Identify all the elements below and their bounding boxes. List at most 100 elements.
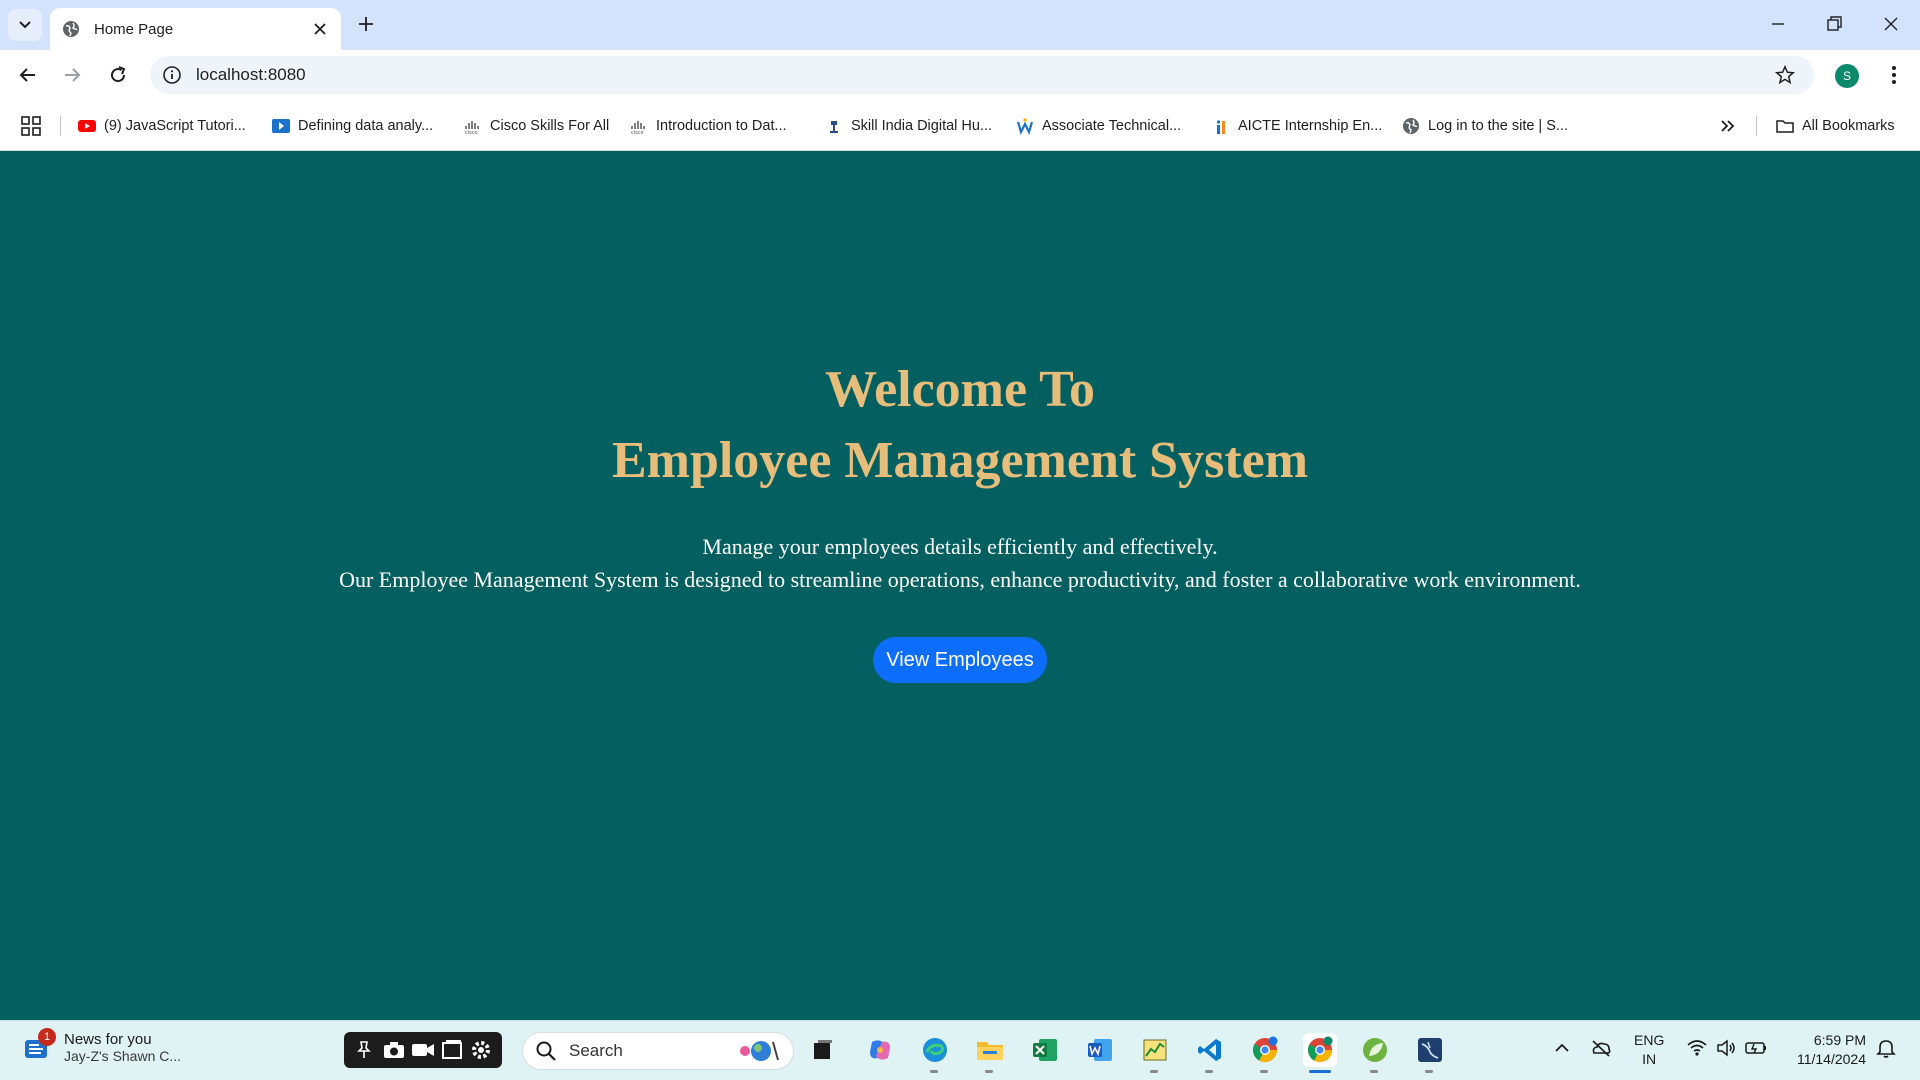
tab-home-page[interactable]: Home Page bbox=[50, 8, 341, 50]
taskbar-app-excel[interactable] bbox=[1028, 1033, 1062, 1067]
taskbar-app-task-view[interactable] bbox=[806, 1033, 840, 1067]
bookmark-javascript-tutorial[interactable]: (9) JavaScript Tutori... bbox=[78, 114, 246, 138]
system-heading: Employee Management System bbox=[611, 432, 1309, 489]
database-workbench-icon bbox=[1418, 1038, 1442, 1062]
language-code: ENG bbox=[1634, 1032, 1665, 1048]
running-indicator bbox=[930, 1070, 938, 1073]
onedrive-off-icon[interactable] bbox=[1590, 1037, 1612, 1059]
taskbar-app-edge[interactable] bbox=[918, 1033, 952, 1073]
reload-icon[interactable] bbox=[106, 63, 130, 87]
running-indicator bbox=[1370, 1070, 1378, 1073]
gear-icon[interactable] bbox=[468, 1037, 494, 1063]
tab-title: Home Page bbox=[94, 20, 174, 38]
bookmarks-bar: (9) JavaScript Tutori... Defining data a… bbox=[0, 100, 1920, 151]
menu-kebab-icon[interactable] bbox=[1882, 63, 1906, 87]
bookmark-defining-data[interactable]: Defining data analy... bbox=[272, 114, 433, 138]
bookmark-label: (9) JavaScript Tutori... bbox=[104, 118, 246, 134]
restore-icon[interactable] bbox=[1822, 12, 1846, 36]
excel-icon bbox=[1033, 1039, 1057, 1061]
minimize-icon[interactable] bbox=[1766, 12, 1790, 36]
bookmark-label: AICTE Internship En... bbox=[1238, 118, 1383, 134]
intro-text: Manage your employees details efficientl… bbox=[702, 534, 1218, 559]
camera-icon[interactable] bbox=[381, 1037, 407, 1063]
taskbar-search[interactable]: Search bbox=[522, 1032, 794, 1070]
address-bar[interactable]: localhost:8080 bbox=[150, 56, 1814, 94]
taskbar-app-chrome-profile-s[interactable] bbox=[1303, 1033, 1337, 1073]
system-clock[interactable]: 6:59 PM 11/14/2024 bbox=[1786, 1031, 1866, 1069]
chevron-down-icon bbox=[19, 21, 31, 29]
taskbar-app-copilot[interactable] bbox=[863, 1033, 897, 1067]
cisco-icon: cisco bbox=[631, 121, 645, 135]
taskbar-app-mysql-workbench[interactable] bbox=[1413, 1033, 1447, 1073]
taskbar-app-word[interactable] bbox=[1083, 1033, 1117, 1067]
profile-avatar[interactable]: S bbox=[1835, 64, 1859, 88]
running-indicator bbox=[985, 1070, 993, 1073]
battery-icon[interactable] bbox=[1745, 1037, 1767, 1059]
video-camera-icon[interactable] bbox=[410, 1037, 436, 1063]
browser-toolbar: localhost:8080 S bbox=[0, 50, 1920, 100]
close-tab-icon[interactable] bbox=[311, 20, 329, 38]
bookmark-aicte-internship[interactable]: AICTE Internship En... bbox=[1212, 114, 1382, 138]
taskbar-app-spring-tools[interactable] bbox=[1358, 1033, 1392, 1073]
divider bbox=[60, 116, 61, 136]
description-text: Our Employee Management System is design… bbox=[339, 567, 1581, 592]
svg-text:cisco: cisco bbox=[631, 130, 644, 135]
bookmark-label: Cisco Skills For All bbox=[490, 118, 610, 134]
all-bookmarks-label: All Bookmarks bbox=[1802, 118, 1895, 134]
notification-bell-icon[interactable] bbox=[1875, 1037, 1897, 1059]
running-indicator bbox=[1150, 1070, 1158, 1073]
task-view-icon bbox=[814, 1040, 832, 1059]
notification-badge: 1 bbox=[38, 1027, 56, 1046]
chevron-double-right-icon[interactable] bbox=[1716, 114, 1740, 138]
taskbar-app-vscode[interactable] bbox=[1193, 1033, 1227, 1073]
taskbar-app-file-explorer[interactable] bbox=[973, 1033, 1007, 1073]
new-tab-icon[interactable] bbox=[354, 12, 378, 36]
site-info-icon[interactable] bbox=[162, 65, 182, 85]
region-code: IN bbox=[1642, 1051, 1657, 1067]
chrome-icon bbox=[1307, 1036, 1333, 1063]
close-window-icon[interactable] bbox=[1879, 12, 1903, 36]
copilot-icon bbox=[870, 1040, 890, 1060]
window-icon[interactable] bbox=[439, 1037, 465, 1063]
svg-text:cisco: cisco bbox=[465, 130, 478, 135]
globe-icon bbox=[63, 21, 79, 37]
taskbar-app-task-manager[interactable] bbox=[1138, 1033, 1172, 1073]
taskbar: 1 News for you Jay-Z's Shawn C... Search bbox=[0, 1020, 1920, 1080]
back-arrow-icon[interactable] bbox=[16, 63, 40, 87]
bookmark-star-icon[interactable] bbox=[1774, 64, 1796, 86]
pin-icon[interactable] bbox=[352, 1037, 378, 1063]
apps-grid-icon[interactable] bbox=[20, 115, 42, 137]
aicte-logo-icon bbox=[1216, 120, 1225, 134]
all-bookmarks-button[interactable]: All Bookmarks bbox=[1776, 114, 1895, 138]
bookmark-label: Introduction to Dat... bbox=[656, 118, 787, 134]
language-indicator[interactable]: ENG IN bbox=[1634, 1031, 1664, 1069]
volume-icon[interactable] bbox=[1715, 1037, 1737, 1059]
bookmark-skill-india[interactable]: Skill India Digital Hu... bbox=[825, 114, 992, 138]
news-subtitle: Jay-Z's Shawn C... bbox=[64, 1048, 182, 1064]
bookmark-introduction-data[interactable]: cisco Introduction to Dat... bbox=[630, 114, 787, 138]
search-icon bbox=[536, 1041, 556, 1061]
wifi-icon[interactable] bbox=[1686, 1037, 1708, 1059]
folder-icon bbox=[1776, 120, 1794, 133]
running-indicator bbox=[1309, 1070, 1331, 1073]
bookmark-associate-technical[interactable]: Associate Technical... bbox=[1016, 114, 1181, 138]
bookmark-log-in[interactable]: Log in to the site | S... bbox=[1402, 114, 1568, 138]
spring-leaf-icon bbox=[1363, 1038, 1387, 1062]
forward-arrow-icon[interactable] bbox=[60, 63, 84, 87]
news-title: News for you bbox=[64, 1031, 152, 1048]
news-widget[interactable]: 1 News for you Jay-Z's Shawn C... bbox=[22, 1027, 182, 1064]
tab-search-button[interactable] bbox=[8, 9, 42, 41]
running-indicator bbox=[1425, 1070, 1433, 1073]
video-play-icon bbox=[272, 119, 290, 133]
bookmark-cisco-skills[interactable]: cisco Cisco Skills For All bbox=[464, 114, 609, 138]
taskbar-app-chrome-profile-y[interactable] bbox=[1248, 1033, 1282, 1073]
url-text[interactable]: localhost:8080 bbox=[196, 65, 1774, 85]
chevron-up-icon[interactable] bbox=[1551, 1037, 1573, 1059]
folder-icon bbox=[977, 1042, 1003, 1060]
youtube-icon bbox=[78, 120, 96, 132]
bookmark-label: Associate Technical... bbox=[1042, 118, 1182, 134]
page-content: Welcome To Employee Management System Ma… bbox=[0, 151, 1920, 1020]
emblem-icon bbox=[830, 121, 838, 133]
view-employees-button[interactable]: View Employees bbox=[873, 637, 1047, 683]
running-indicator bbox=[1205, 1070, 1213, 1073]
